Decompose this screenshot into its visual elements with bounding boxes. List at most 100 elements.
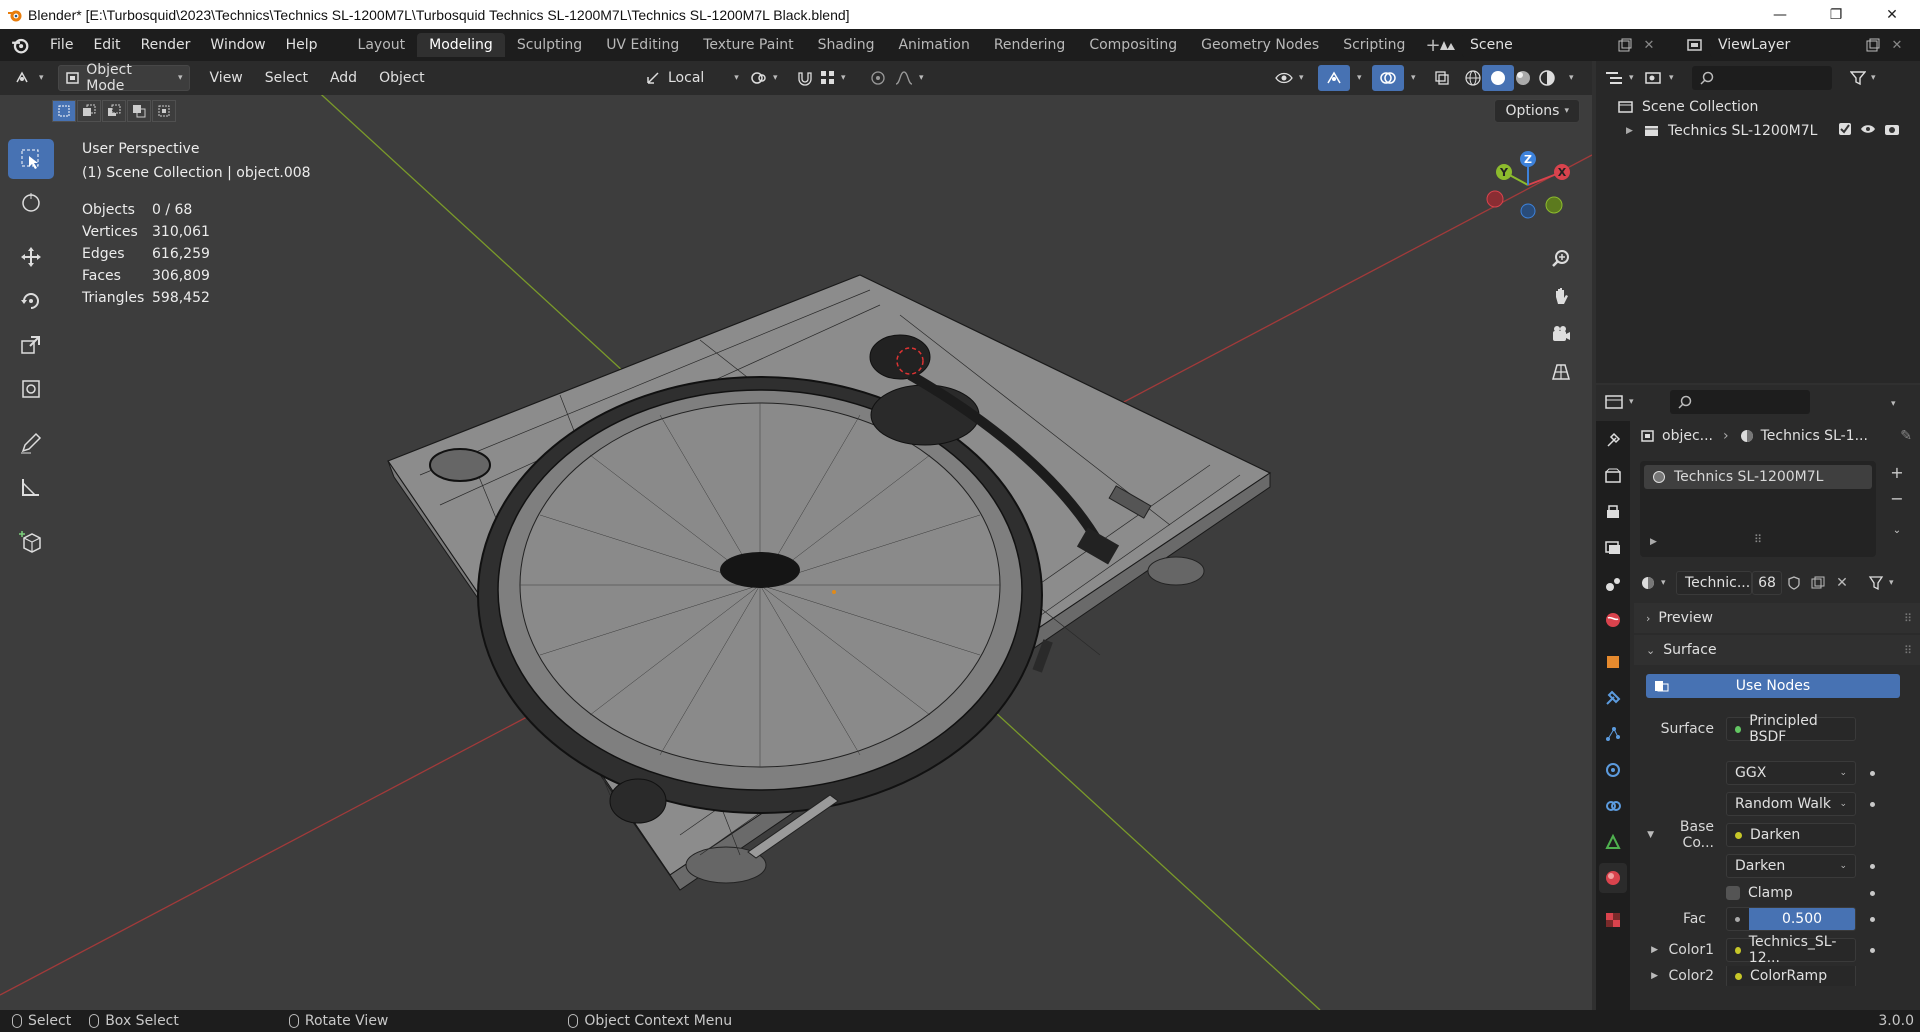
pin-icon[interactable]: ✎	[1900, 428, 1912, 444]
tab-rendering[interactable]: Rendering	[982, 33, 1078, 57]
close-button[interactable]: ✕	[1864, 0, 1920, 29]
material-tab-icon[interactable]	[1599, 863, 1627, 893]
browse-material-icon[interactable]: ▾	[1640, 575, 1676, 591]
select-intersect-icon[interactable]	[152, 100, 176, 122]
add-slot-icon[interactable]: +	[1884, 461, 1910, 483]
pivot-point-icon[interactable]: ▾	[744, 65, 784, 91]
delete-view-layer-icon[interactable]: ✕	[1886, 38, 1908, 53]
3d-viewport[interactable]: User Perspective (1) Scene Collection | …	[0, 95, 1592, 1010]
minimize-button[interactable]: —	[1752, 0, 1808, 29]
editor-type-icon[interactable]: ▾	[8, 65, 50, 91]
color1-link-field[interactable]: Technics_SL-12...	[1726, 934, 1856, 966]
zoom-icon[interactable]	[1545, 243, 1577, 273]
menu-object[interactable]: Object	[373, 65, 431, 91]
clamp-checkbox[interactable]	[1726, 886, 1740, 900]
keyframe-dot-icon[interactable]	[1870, 863, 1875, 869]
base-color-link-field[interactable]: Darken	[1726, 823, 1856, 847]
object-tab-icon[interactable]	[1599, 647, 1627, 677]
tab-uv-editing[interactable]: UV Editing	[594, 33, 691, 57]
expand-arrow-icon[interactable]: ▶	[1626, 126, 1644, 136]
keyframe-dot-icon[interactable]	[1870, 890, 1875, 896]
data-tab-icon[interactable]	[1599, 827, 1627, 857]
select-box-tool-icon[interactable]	[8, 139, 54, 179]
options-dropdown[interactable]: Options ▾	[1494, 99, 1580, 123]
expand-arrow-icon[interactable]: ▼	[1634, 830, 1654, 840]
duplicate-material-icon[interactable]	[1806, 576, 1830, 590]
scene-icon[interactable]	[1432, 37, 1462, 53]
tab-scripting[interactable]: Scripting	[1331, 33, 1417, 57]
particles-tab-icon[interactable]	[1599, 719, 1627, 749]
tab-layout[interactable]: Layout	[346, 33, 418, 57]
outliner-scene-collection[interactable]: Scene Collection	[1596, 95, 1920, 119]
keyframe-dot-icon[interactable]	[1870, 770, 1875, 776]
add-cube-tool-icon[interactable]	[8, 521, 54, 561]
select-subtract-icon[interactable]	[102, 100, 126, 122]
maximize-button[interactable]: ❐	[1808, 0, 1864, 29]
use-nodes-button[interactable]: Use Nodes	[1646, 674, 1900, 698]
menu-help[interactable]: Help	[276, 29, 328, 61]
render-camera-icon[interactable]	[1884, 122, 1900, 140]
panel-preview-header[interactable]: › Preview ⠿	[1634, 603, 1920, 633]
navigation-gizmo[interactable]: X Y Z	[1470, 145, 1580, 225]
surface-shader-field[interactable]: Principled BSDF	[1726, 713, 1856, 745]
annotate-tool-icon[interactable]	[8, 423, 54, 463]
drag-handle-icon[interactable]: ⠿	[1904, 644, 1912, 657]
scene-tab-icon[interactable]	[1599, 569, 1627, 599]
material-slot-item[interactable]: Technics SL-1200M7L	[1644, 465, 1872, 489]
select-new-icon[interactable]	[52, 100, 76, 122]
transform-tool-icon[interactable]	[8, 369, 54, 409]
filter-icon[interactable]: ▾	[1850, 70, 1876, 86]
transform-orientation-dropdown[interactable]: Local ▾	[640, 65, 745, 91]
measure-tool-icon[interactable]	[8, 467, 54, 507]
properties-search-input[interactable]	[1670, 390, 1810, 414]
object-visibility-icon[interactable]: ▾	[1268, 65, 1310, 91]
tool-tab-icon[interactable]	[1599, 425, 1627, 455]
properties-editor-icon[interactable]: ▾	[1604, 394, 1644, 410]
scene-name-field[interactable]: Scene	[1462, 33, 1612, 57]
tab-sculpting[interactable]: Sculpting	[505, 33, 594, 57]
expand-arrow-icon[interactable]: ▶	[1634, 945, 1658, 955]
texture-tab-icon[interactable]	[1599, 905, 1627, 935]
output-tab-icon[interactable]	[1599, 497, 1627, 527]
menu-add[interactable]: Add	[324, 65, 363, 91]
material-name-field[interactable]: Technic...	[1676, 571, 1752, 595]
tab-geometry-nodes[interactable]: Geometry Nodes	[1189, 33, 1331, 57]
expand-arrow-icon[interactable]: ▶	[1650, 537, 1657, 547]
tab-animation[interactable]: Animation	[886, 33, 981, 57]
expand-arrow-icon[interactable]: ▶	[1634, 971, 1658, 981]
proportional-falloff-icon[interactable]: ▾	[888, 65, 930, 91]
scale-tool-icon[interactable]	[8, 325, 54, 365]
remove-slot-icon[interactable]: −	[1884, 487, 1910, 509]
new-view-layer-icon[interactable]	[1860, 38, 1886, 52]
shading-dropdown-icon[interactable]: ▾	[1558, 65, 1580, 91]
view-layer-field[interactable]: ViewLayer	[1710, 33, 1860, 57]
menu-select[interactable]: Select	[259, 65, 314, 91]
visibility-eye-icon[interactable]	[1860, 122, 1876, 140]
snap-element-icon[interactable]: ▾	[814, 65, 852, 91]
delete-scene-icon[interactable]: ✕	[1638, 38, 1660, 53]
rotate-tool-icon[interactable]	[8, 281, 54, 321]
color2-link-field[interactable]: ColorRamp	[1726, 966, 1856, 986]
move-tool-icon[interactable]	[8, 237, 54, 277]
view-layer-tab-icon[interactable]	[1599, 533, 1627, 563]
select-invert-icon[interactable]	[127, 100, 151, 122]
tab-modeling[interactable]: Modeling	[417, 33, 505, 57]
outliner-editor-icon[interactable]: ▾	[1604, 70, 1644, 86]
new-scene-icon[interactable]	[1612, 38, 1638, 52]
gizmo-dropdown-icon[interactable]: ▾	[1346, 65, 1368, 91]
camera-view-icon[interactable]	[1545, 319, 1577, 349]
select-extend-icon[interactable]	[77, 100, 101, 122]
menu-window[interactable]: Window	[200, 29, 275, 61]
view-layer-icon[interactable]	[1680, 37, 1710, 53]
tab-texture-paint[interactable]: Texture Paint	[691, 33, 805, 57]
tab-compositing[interactable]: Compositing	[1077, 33, 1189, 57]
menu-edit[interactable]: Edit	[83, 29, 130, 61]
menu-file[interactable]: File	[40, 29, 83, 61]
fake-user-shield-icon[interactable]	[1782, 576, 1806, 590]
keyframe-dot-icon[interactable]	[1870, 916, 1875, 922]
distribution-dropdown[interactable]: GGX ⌄	[1726, 761, 1856, 785]
user-count[interactable]: 68	[1752, 571, 1782, 595]
blender-menu-icon[interactable]	[0, 29, 40, 61]
physics-tab-icon[interactable]	[1599, 755, 1627, 785]
exclude-checkbox[interactable]	[1838, 122, 1852, 140]
